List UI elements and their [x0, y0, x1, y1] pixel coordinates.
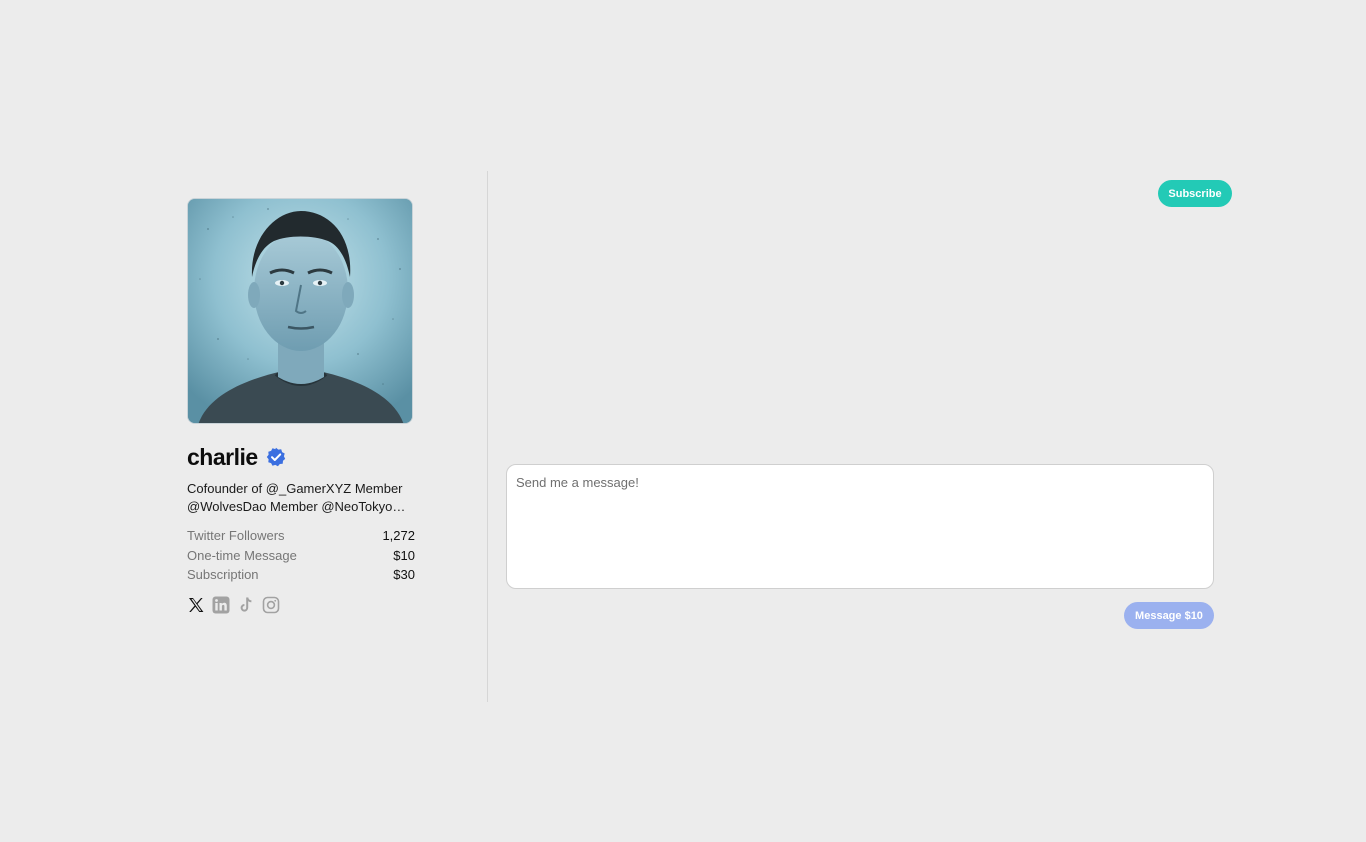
- stat-row-twitter-followers: Twitter Followers 1,272: [187, 526, 415, 546]
- x-icon[interactable]: [187, 596, 205, 614]
- message-input[interactable]: [506, 464, 1214, 589]
- page: charlie Cofounder of @_GamerXYZ Member @…: [0, 0, 1366, 842]
- stat-label: Subscription: [187, 567, 259, 582]
- social-links: [187, 595, 415, 615]
- stat-label: Twitter Followers: [187, 528, 285, 543]
- verified-badge-icon: [266, 447, 286, 467]
- vertical-divider: [487, 171, 488, 702]
- name-row: charlie: [187, 444, 415, 470]
- stat-row-one-time-message: One-time Message $10: [187, 546, 415, 566]
- stat-value: 1,272: [382, 528, 415, 543]
- tiktok-icon[interactable]: [237, 596, 255, 614]
- profile-bio: Cofounder of @_GamerXYZ Member @WolvesDa…: [187, 480, 415, 516]
- avatar-portrait: [188, 199, 412, 423]
- profile-stats: Twitter Followers 1,272 One-time Message…: [187, 526, 415, 585]
- instagram-icon[interactable]: [262, 596, 280, 614]
- avatar: [187, 198, 413, 424]
- linkedin-icon[interactable]: [212, 596, 230, 614]
- stat-label: One-time Message: [187, 547, 297, 563]
- profile-card: charlie Cofounder of @_GamerXYZ Member @…: [187, 198, 415, 615]
- stat-value: $30: [393, 567, 415, 582]
- send-message-button[interactable]: Message $10: [1124, 602, 1214, 629]
- stat-row-subscription: Subscription $30: [187, 565, 415, 585]
- subscribe-button[interactable]: Subscribe: [1158, 180, 1232, 207]
- bio-line-1: Cofounder of @_GamerXYZ Member: [187, 481, 403, 496]
- stat-value: $10: [393, 547, 415, 563]
- profile-name: charlie: [187, 443, 258, 470]
- bio-line-2: @WolvesDao Member @NeoTokyoCod...: [187, 499, 409, 514]
